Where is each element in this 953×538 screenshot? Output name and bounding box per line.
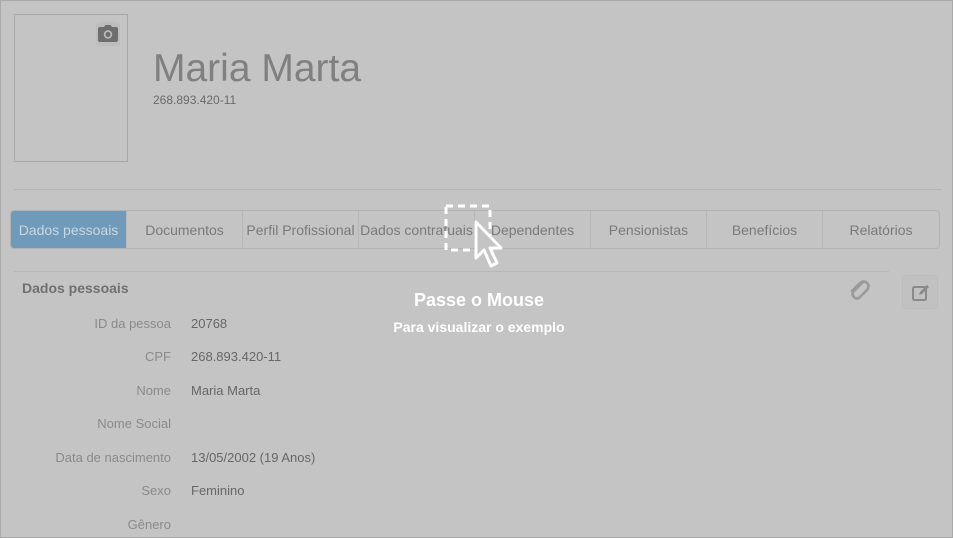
field-row: Nome Maria Marta xyxy=(1,383,701,403)
field-row: CPF 268.893.420-11 xyxy=(1,349,701,369)
section-title: Dados pessoais xyxy=(22,280,129,296)
overlay-title: Passe o Mouse xyxy=(413,290,545,310)
app-frame: Maria Marta 268.893.420-11 Dados pessoai… xyxy=(0,0,953,538)
camera-icon xyxy=(98,25,118,42)
field-row: Data de nascimento 13/05/2002 (19 Anos) xyxy=(1,450,701,470)
paperclip-icon xyxy=(850,280,870,300)
header-divider xyxy=(14,189,942,190)
field-value: 268.893.420-11 xyxy=(191,349,282,364)
field-label: CPF xyxy=(145,349,171,364)
edit-button[interactable] xyxy=(902,275,938,309)
profile-cpf: 268.893.420-11 xyxy=(153,93,237,107)
field-value: 13/05/2002 (19 Anos) xyxy=(191,450,316,465)
tab-documentos[interactable]: Documentos xyxy=(127,211,243,248)
field-label: Data de nascimento xyxy=(55,450,171,465)
profile-name: Maria Marta xyxy=(153,47,362,90)
field-label: ID da pessoa xyxy=(94,316,171,331)
field-row: ID da pessoa 20768 xyxy=(1,316,701,336)
tab-dados-pessoais[interactable]: Dados pessoais xyxy=(11,211,127,248)
field-row: Gênero xyxy=(1,517,701,537)
cursor-select-icon xyxy=(444,204,503,268)
field-value: 20768 xyxy=(191,316,228,331)
field-value: Feminino xyxy=(191,483,245,498)
field-label: Sexo xyxy=(141,483,171,498)
field-label: Nome xyxy=(136,383,171,398)
edit-icon xyxy=(912,285,929,301)
hover-hint xyxy=(444,204,514,277)
overlay-subtitle: Para visualizar o exemplo xyxy=(393,319,565,335)
field-row: Nome Social xyxy=(1,416,701,436)
tab-relatorios[interactable]: Relatórios xyxy=(823,211,939,248)
change-photo-button[interactable] xyxy=(96,22,120,46)
tab-beneficios[interactable]: Benefícios xyxy=(707,211,823,248)
tab-pensionistas[interactable]: Pensionistas xyxy=(591,211,707,248)
field-row: Sexo Feminino xyxy=(1,483,701,503)
field-label: Gênero xyxy=(127,517,171,532)
tab-perfil-profissional[interactable]: Perfil Profissional xyxy=(243,211,359,248)
field-label: Nome Social xyxy=(97,416,171,431)
attachments-button[interactable] xyxy=(846,277,872,310)
field-value: Maria Marta xyxy=(191,383,261,398)
profile-photo xyxy=(14,14,128,162)
